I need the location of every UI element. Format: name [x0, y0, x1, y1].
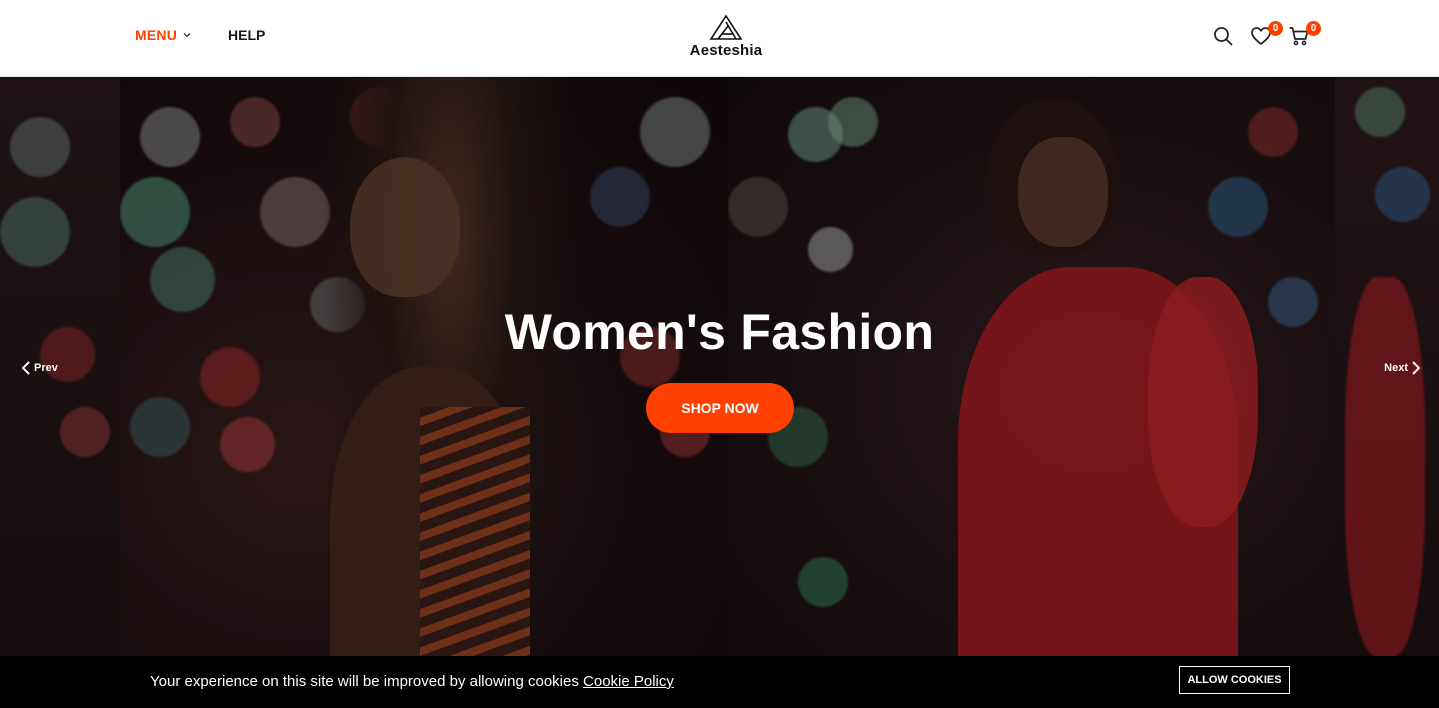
- prev-slide-button[interactable]: Prev: [20, 360, 58, 376]
- cart-button[interactable]: 0: [1287, 21, 1321, 50]
- search-button[interactable]: [1211, 22, 1235, 50]
- cookie-consent-bar: Your experience on this site will be imp…: [0, 656, 1439, 708]
- logo-text: Aesteshia: [689, 42, 763, 59]
- chevron-down-icon: [183, 33, 191, 38]
- chevron-left-icon: [21, 361, 30, 375]
- help-link[interactable]: HELP: [228, 27, 265, 43]
- wishlist-button[interactable]: 0: [1249, 21, 1283, 50]
- chevron-right-icon: [1412, 361, 1421, 375]
- wishlist-count-badge: 0: [1268, 21, 1283, 36]
- site-header: MENU HELP Aesteshia 0 0: [0, 0, 1439, 77]
- menu-button[interactable]: MENU: [135, 27, 192, 43]
- next-slide-button[interactable]: Next: [1384, 360, 1422, 376]
- allow-cookies-button[interactable]: ALLOW COOKIES: [1179, 666, 1290, 694]
- prev-label: Prev: [34, 362, 58, 374]
- cart-count-badge: 0: [1306, 21, 1321, 36]
- shop-now-button[interactable]: SHOP NOW: [646, 383, 794, 433]
- cookie-message-text: Your experience on this site will be imp…: [150, 673, 584, 690]
- hero-slider: Women's Fashion SHOP NOW Prev Next: [0, 77, 1439, 708]
- cookie-message: Your experience on this site will be imp…: [150, 673, 674, 690]
- logo-triangle-icon: [709, 14, 743, 40]
- menu-label: MENU: [135, 27, 178, 43]
- search-icon: [1214, 27, 1233, 46]
- site-logo[interactable]: Aesteshia: [680, 14, 772, 64]
- hero-title: Women's Fashion: [504, 304, 935, 360]
- next-label: Next: [1384, 362, 1408, 374]
- header-nav-right: 0 0: [1211, 21, 1321, 50]
- header-nav-left: MENU HELP: [135, 27, 265, 43]
- cookie-policy-link[interactable]: Cookie Policy: [583, 673, 674, 690]
